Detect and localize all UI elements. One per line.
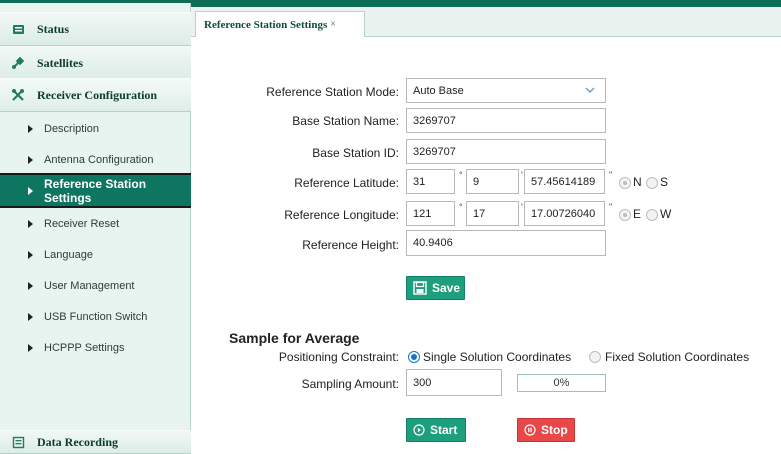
data-recording-icon xyxy=(11,435,25,449)
base-station-id-field[interactable] xyxy=(406,139,606,164)
base-station-name-field[interactable] xyxy=(406,108,606,133)
stop-button-label: Stop xyxy=(541,423,568,437)
longitude-west-label: W xyxy=(660,207,672,221)
caret-right-icon xyxy=(28,155,33,164)
latitude-north-radio[interactable] xyxy=(619,177,631,189)
longitude-minutes-field[interactable] xyxy=(466,201,519,226)
pause-circle-icon xyxy=(524,424,536,436)
start-button-label: Start xyxy=(430,423,458,437)
caret-right-icon xyxy=(28,250,33,259)
single-solution-label: Single Solution Coordinates xyxy=(423,350,572,364)
base-station-id-label: Base Station ID: xyxy=(312,146,399,160)
caret-right-icon xyxy=(28,343,33,352)
sidebar-category-label: Data Recording xyxy=(37,434,118,449)
latitude-south-label: S xyxy=(660,175,669,189)
fixed-solution-label: Fixed Solution Coordinates xyxy=(605,350,750,364)
mode-select[interactable]: Auto Base xyxy=(406,78,606,103)
mode-label: Reference Station Mode: xyxy=(266,85,399,99)
sidebar-item-description[interactable]: Description xyxy=(0,113,191,144)
latitude-degrees-field[interactable] xyxy=(406,169,455,194)
longitude-east-radio[interactable] xyxy=(619,209,631,221)
start-button[interactable]: Start xyxy=(406,418,466,442)
sidebar-item-label: Antenna Configuration xyxy=(44,153,154,166)
caret-right-icon xyxy=(28,186,33,195)
save-icon xyxy=(413,281,427,295)
minute-unit: ' xyxy=(521,202,523,212)
caret-right-icon xyxy=(28,124,33,133)
caret-right-icon xyxy=(28,219,33,228)
sidebar-item-label: Reference Station Settings xyxy=(44,176,147,205)
close-icon[interactable]: × xyxy=(330,19,336,30)
sidebar-category-label: Status xyxy=(37,21,70,36)
second-unit: " xyxy=(609,202,613,212)
caret-right-icon xyxy=(28,281,33,290)
height-field[interactable] xyxy=(406,230,606,256)
tools-icon xyxy=(11,88,25,102)
stop-button[interactable]: Stop xyxy=(517,418,575,442)
play-circle-icon xyxy=(413,424,425,436)
base-station-name-label: Base Station Name: xyxy=(292,114,399,128)
height-label: Reference Height: xyxy=(302,238,399,252)
latitude-label: Reference Latitude: xyxy=(294,176,399,190)
sidebar-item-label: USB Function Switch xyxy=(44,310,148,323)
latitude-seconds-field[interactable] xyxy=(524,169,605,194)
status-icon xyxy=(11,22,25,36)
longitude-seconds-field[interactable] xyxy=(524,201,605,226)
save-button[interactable]: Save xyxy=(406,276,465,300)
sidebar-item-label: HCPPP Settings xyxy=(44,341,125,354)
sidebar-item-receiver-reset[interactable]: Receiver Reset xyxy=(0,208,191,239)
tab-bar: Reference Station Settings × xyxy=(191,7,781,37)
sidebar-top-bar xyxy=(0,0,191,3)
sidebar-item-language[interactable]: Language xyxy=(0,239,191,270)
chevron-down-icon xyxy=(585,85,595,97)
mode-select-value: Auto Base xyxy=(413,84,464,97)
latitude-minutes-field[interactable] xyxy=(466,169,519,194)
satellite-icon xyxy=(11,56,25,70)
sidebar-item-label: Description xyxy=(44,122,100,135)
sampling-amount-field[interactable] xyxy=(406,369,502,396)
sidebar-item-label: Language xyxy=(44,248,93,261)
sidebar-category-receiver-configuration[interactable]: Receiver Configuration xyxy=(0,78,191,112)
degree-unit: ° xyxy=(459,170,463,180)
caret-right-icon xyxy=(28,312,33,321)
sidebar-item-label: Receiver Reset xyxy=(44,217,120,230)
single-solution-radio[interactable] xyxy=(408,351,420,363)
sidebar-category-data-recording[interactable]: Data Recording xyxy=(0,430,191,454)
sidebar-category-status[interactable]: Status xyxy=(0,12,191,46)
sampling-amount-label: Sampling Amount: xyxy=(301,377,399,391)
second-unit: " xyxy=(609,170,613,180)
sidebar-item-label: User Management xyxy=(44,279,135,292)
fixed-solution-radio[interactable] xyxy=(589,351,601,363)
tab-reference-station-settings[interactable]: Reference Station Settings × xyxy=(195,11,365,37)
sidebar-item-antenna-configuration[interactable]: Antenna Configuration xyxy=(0,144,191,175)
positioning-constraint-label: Positioning Constraint: xyxy=(278,350,399,364)
longitude-east-label: E xyxy=(633,207,642,221)
longitude-label: Reference Longitude: xyxy=(284,208,399,222)
sidebar-category-label: Receiver Configuration xyxy=(37,87,158,102)
minute-unit: ' xyxy=(521,170,523,180)
save-button-label: Save xyxy=(432,281,461,295)
sidebar-item-hcppp-settings[interactable]: HCPPP Settings xyxy=(0,332,191,363)
sidebar-category-label: Satellites xyxy=(37,55,83,70)
latitude-south-radio[interactable] xyxy=(646,177,658,189)
sampling-progress-bar: 0% xyxy=(517,374,606,392)
tab-label: Reference Station Settings xyxy=(204,18,328,31)
longitude-west-radio[interactable] xyxy=(646,209,658,221)
sidebar-category-satellites[interactable]: Satellites xyxy=(0,46,191,80)
sampling-progress-text: 0% xyxy=(553,377,570,389)
longitude-degrees-field[interactable] xyxy=(406,201,455,226)
latitude-north-label: N xyxy=(633,175,642,189)
sample-section-title: Sample for Average xyxy=(229,330,360,346)
sidebar-item-usb-function-switch[interactable]: USB Function Switch xyxy=(0,301,191,332)
main-panel: Reference Station Settings × Reference S… xyxy=(191,0,781,452)
sidebar-item-reference-station-settings[interactable]: Reference Station Settings xyxy=(0,173,191,208)
degree-unit: ° xyxy=(459,202,463,212)
sidebar: Status Satellites Receiver Configuration… xyxy=(0,0,191,454)
sidebar-item-user-management[interactable]: User Management xyxy=(0,270,191,301)
header-bar xyxy=(191,0,781,7)
